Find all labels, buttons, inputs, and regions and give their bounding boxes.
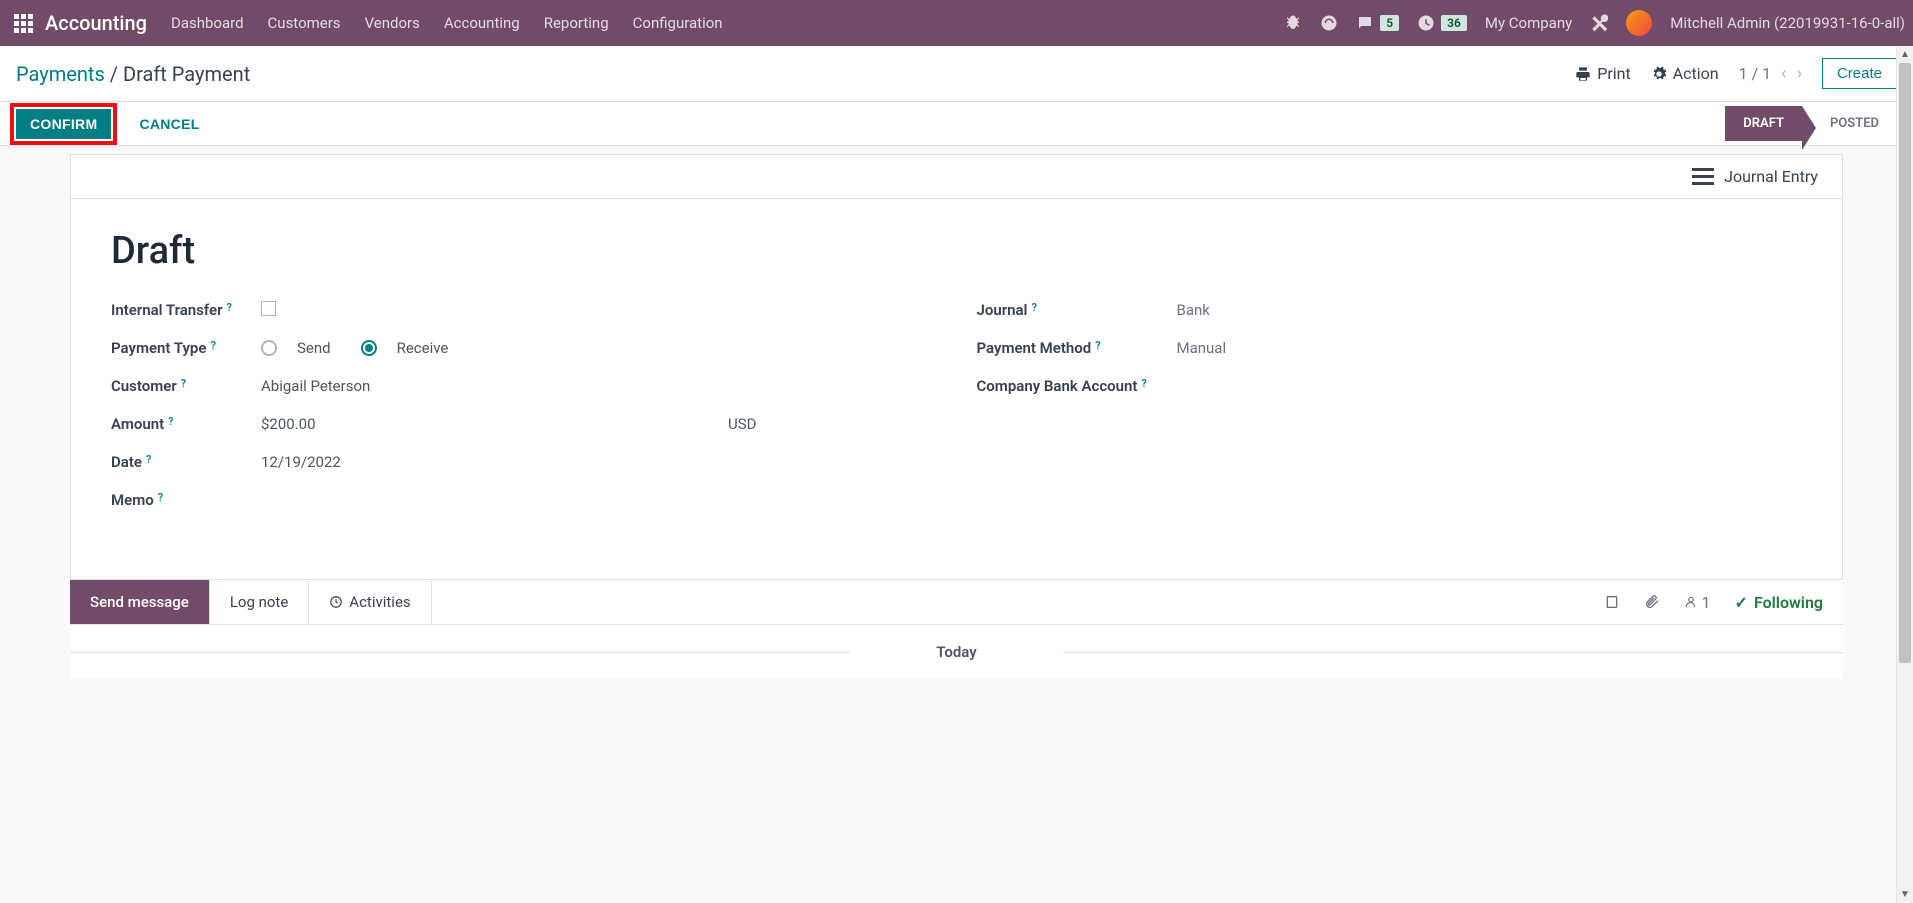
- label-payment-type: Payment Type: [111, 339, 206, 357]
- confirm-button[interactable]: CONFIRM: [16, 109, 111, 139]
- following-button[interactable]: ✓ Following: [1735, 593, 1823, 612]
- customer-value[interactable]: Abigail Peterson: [261, 377, 370, 395]
- scroll-down-icon[interactable]: ▼: [1897, 886, 1913, 903]
- check-icon: ✓: [1735, 593, 1748, 612]
- print-icon: [1575, 66, 1591, 82]
- help-icon[interactable]: ?: [146, 453, 151, 466]
- label-memo: Memo: [111, 491, 154, 509]
- amount-value[interactable]: $200.00: [261, 415, 316, 433]
- help-icon[interactable]: ?: [1141, 377, 1146, 390]
- highlight-box: CONFIRM: [10, 103, 117, 145]
- label-customer: Customer: [111, 377, 177, 395]
- label-journal: Journal: [977, 301, 1028, 319]
- control-bar: Payments / Draft Payment Print Action 1 …: [0, 46, 1913, 102]
- nav-reporting[interactable]: Reporting: [544, 14, 609, 32]
- user-avatar[interactable]: [1626, 10, 1652, 36]
- help-icon[interactable]: ?: [210, 339, 215, 352]
- chat-icon: [1356, 14, 1374, 32]
- attachment-icon[interactable]: [1644, 594, 1660, 610]
- book-icon[interactable]: [1604, 594, 1620, 610]
- nav-accounting[interactable]: Accounting: [444, 14, 520, 32]
- pager-prev[interactable]: ‹: [1781, 63, 1786, 84]
- followers-button[interactable]: 1: [1684, 593, 1711, 612]
- stage-posted[interactable]: POSTED: [1802, 106, 1897, 141]
- send-message-button[interactable]: Send message: [70, 580, 210, 624]
- nav-configuration[interactable]: Configuration: [633, 14, 723, 32]
- help-icon[interactable]: ?: [168, 415, 173, 428]
- chatter: Send message Log note Activities 1 ✓ Fol…: [70, 580, 1843, 679]
- scrollbar[interactable]: ▲ ▼: [1896, 46, 1913, 903]
- radio-receive[interactable]: [361, 340, 377, 356]
- nav-vendors[interactable]: Vendors: [365, 14, 420, 32]
- company-switcher[interactable]: My Company: [1485, 14, 1572, 32]
- stage-draft[interactable]: DRAFT: [1725, 106, 1802, 141]
- form-card: Journal Entry Draft Internal Transfer? P…: [70, 154, 1843, 580]
- log-note-button[interactable]: Log note: [210, 580, 309, 624]
- support-icon[interactable]: [1320, 14, 1338, 32]
- currency-value[interactable]: USD: [728, 415, 936, 433]
- help-icon[interactable]: ?: [181, 377, 186, 390]
- label-send: Send: [297, 339, 331, 357]
- clock-icon: [1417, 14, 1435, 32]
- payment-method-value[interactable]: Manual: [1177, 339, 1227, 357]
- label-receive: Receive: [397, 339, 449, 357]
- create-button[interactable]: Create: [1822, 58, 1897, 89]
- status-bar: CONFIRM CANCEL DRAFT POSTED: [0, 102, 1913, 146]
- tools-icon[interactable]: [1590, 14, 1608, 32]
- radio-send[interactable]: [261, 340, 277, 356]
- user-name[interactable]: Mitchell Admin (22019931-16-0-all): [1670, 14, 1905, 32]
- clock-icon: [329, 595, 343, 609]
- breadcrumb-current: Draft Payment: [123, 62, 250, 86]
- main-navbar: Accounting Dashboard Customers Vendors A…: [0, 0, 1913, 46]
- scroll-thumb[interactable]: [1899, 63, 1911, 663]
- label-date: Date: [111, 453, 142, 471]
- cancel-button[interactable]: CANCEL: [125, 109, 213, 139]
- journal-entry-button[interactable]: Journal Entry: [1692, 167, 1818, 186]
- user-icon: [1684, 595, 1698, 609]
- discuss-button[interactable]: 5: [1356, 14, 1399, 32]
- scroll-up-icon[interactable]: ▲: [1897, 46, 1913, 63]
- discuss-count: 5: [1380, 15, 1399, 31]
- label-internal-transfer: Internal Transfer: [111, 301, 223, 319]
- status-stages: DRAFT POSTED: [1725, 106, 1897, 141]
- nav-customers[interactable]: Customers: [268, 14, 341, 32]
- print-button[interactable]: Print: [1575, 64, 1630, 83]
- nav-dashboard[interactable]: Dashboard: [171, 14, 244, 32]
- page-title: Draft: [111, 229, 1802, 273]
- activities-button[interactable]: 36: [1417, 14, 1467, 32]
- apps-icon[interactable]: [14, 14, 33, 33]
- internal-transfer-checkbox[interactable]: [261, 301, 276, 316]
- list-icon: [1692, 168, 1714, 185]
- breadcrumb: Payments / Draft Payment: [16, 62, 250, 86]
- today-separator: Today: [70, 625, 1843, 679]
- nav-menu: Dashboard Customers Vendors Accounting R…: [171, 14, 723, 32]
- help-icon[interactable]: ?: [158, 491, 163, 504]
- pager-text[interactable]: 1 / 1: [1739, 64, 1772, 83]
- label-company-bank: Company Bank Account: [977, 377, 1138, 395]
- app-name[interactable]: Accounting: [45, 11, 147, 35]
- label-payment-method: Payment Method: [977, 339, 1092, 357]
- activities-tab-button[interactable]: Activities: [309, 580, 431, 624]
- activities-count: 36: [1441, 15, 1467, 31]
- date-value[interactable]: 12/19/2022: [261, 453, 341, 471]
- journal-value[interactable]: Bank: [1177, 301, 1210, 319]
- help-icon[interactable]: ?: [1031, 301, 1036, 314]
- breadcrumb-parent[interactable]: Payments: [16, 62, 105, 86]
- gear-icon: [1651, 66, 1667, 82]
- help-icon[interactable]: ?: [1095, 339, 1100, 352]
- pager: 1 / 1 ‹ ›: [1739, 63, 1802, 84]
- action-button[interactable]: Action: [1651, 64, 1719, 83]
- bug-icon[interactable]: [1284, 14, 1302, 32]
- help-icon[interactable]: ?: [227, 301, 232, 314]
- pager-next[interactable]: ›: [1797, 63, 1802, 84]
- label-amount: Amount: [111, 415, 164, 433]
- breadcrumb-sep: /: [110, 62, 123, 86]
